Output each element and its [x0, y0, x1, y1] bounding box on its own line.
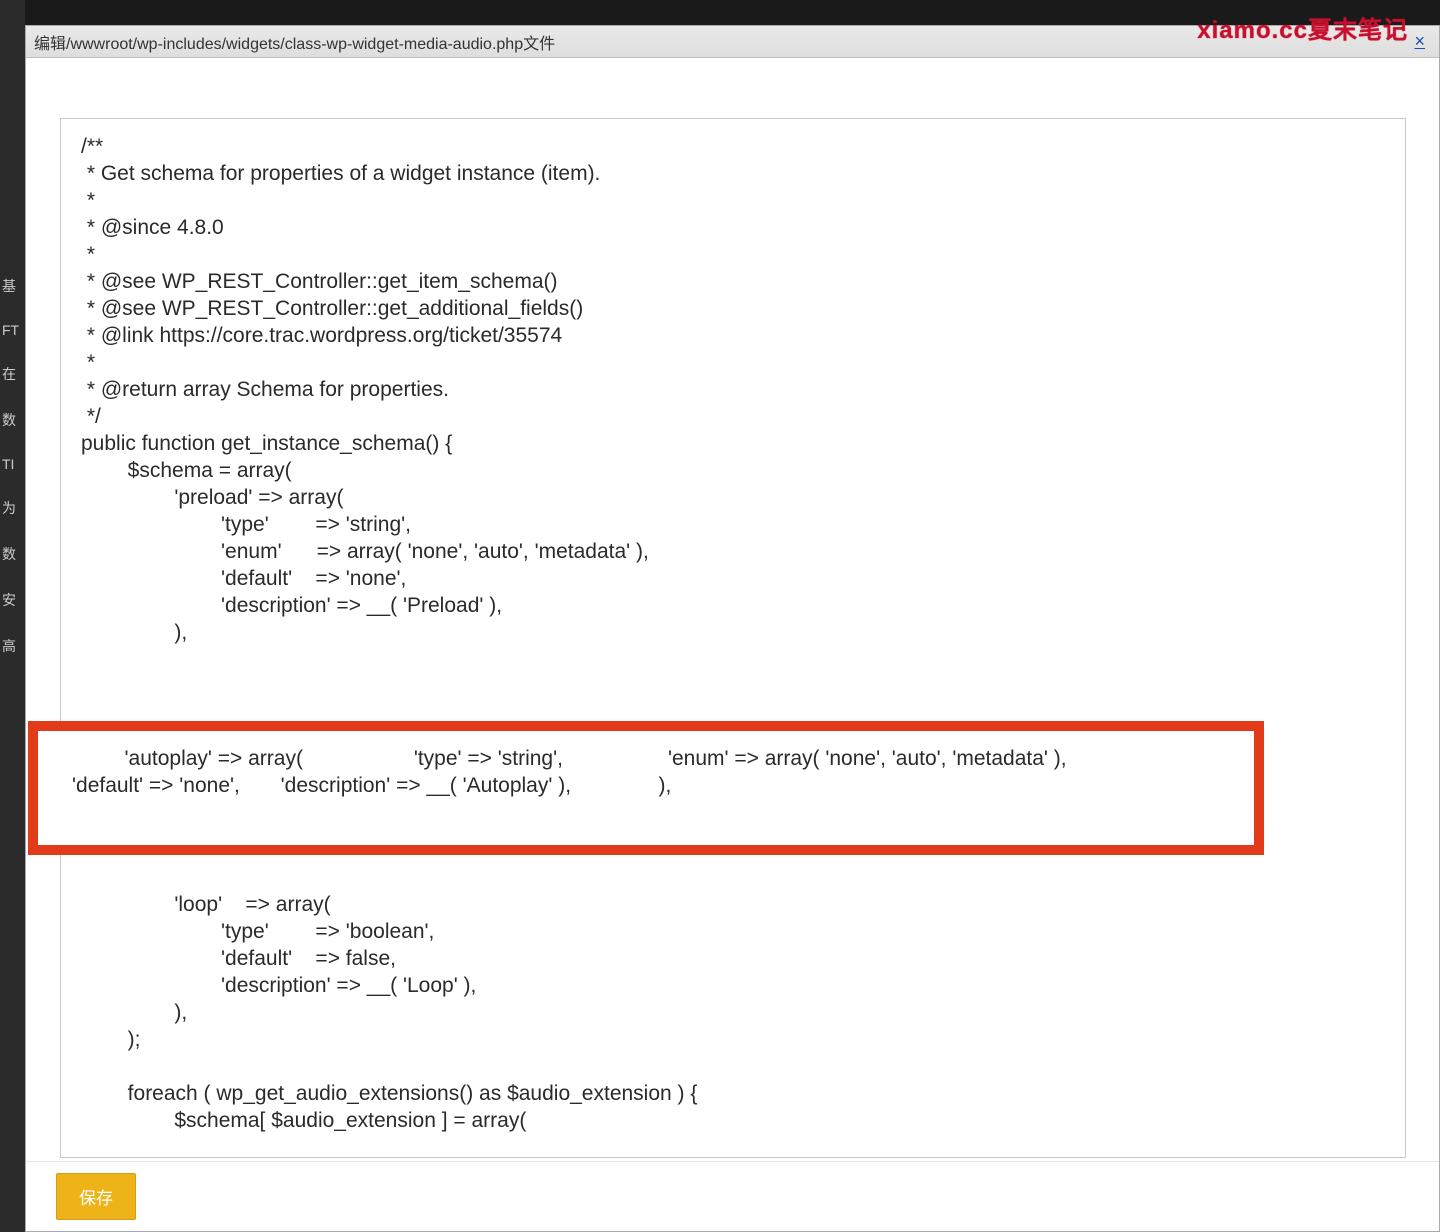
code-block-before: /** * Get schema for properties of a wid… — [81, 133, 1385, 646]
sidebar-fragment: 高 — [0, 636, 25, 656]
highlighted-code-annotation: 'autoplay' => array( 'type' => 'string',… — [28, 721, 1264, 855]
sidebar-fragment: FT — [0, 322, 25, 338]
sidebar-fragment: 数 — [0, 544, 25, 564]
save-button[interactable]: 保存 — [56, 1173, 136, 1220]
close-icon[interactable]: × — [1410, 31, 1429, 52]
watermark-text: xiamo.cc夏末笔记 — [1197, 10, 1408, 45]
sidebar-fragment: 数 — [0, 410, 25, 430]
sidebar-fragment: 为 — [0, 498, 25, 518]
highlighted-code-text: 'autoplay' => array( 'type' => 'string',… — [72, 745, 1234, 799]
background-sidebar: 基 FT 在 数 TI 为 数 安 高 — [0, 0, 25, 1232]
code-editor[interactable]: /** * Get schema for properties of a wid… — [60, 118, 1406, 1158]
modal-body: /** * Get schema for properties of a wid… — [26, 58, 1439, 1161]
sidebar-fragment: 安 — [0, 590, 25, 610]
modal-title: 编辑/wwwroot/wp-includes/widgets/class-wp-… — [34, 30, 555, 54]
sidebar-fragment: TI — [0, 456, 25, 472]
sidebar-fragment: 在 — [0, 364, 25, 384]
code-block-after: 'loop' => array( 'type' => 'boolean', 'd… — [81, 891, 1385, 1134]
sidebar-fragment: 基 — [0, 276, 25, 296]
modal-footer: 保存 — [26, 1161, 1439, 1231]
editor-modal: 编辑/wwwroot/wp-includes/widgets/class-wp-… — [25, 25, 1440, 1232]
